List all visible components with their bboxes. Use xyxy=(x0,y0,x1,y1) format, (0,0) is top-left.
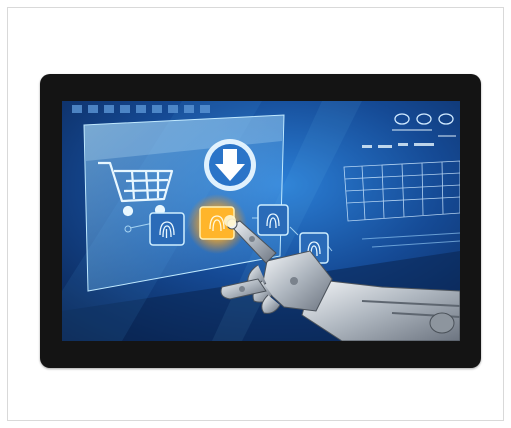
touch-point-glow xyxy=(224,215,236,227)
fingerprint-icon xyxy=(257,204,289,236)
screen-artwork xyxy=(62,101,460,341)
top-stripe-decoration xyxy=(72,105,210,113)
download-arrow-icon xyxy=(204,139,256,191)
fingerprint-icon xyxy=(149,212,185,246)
monitor-screen xyxy=(62,101,460,341)
